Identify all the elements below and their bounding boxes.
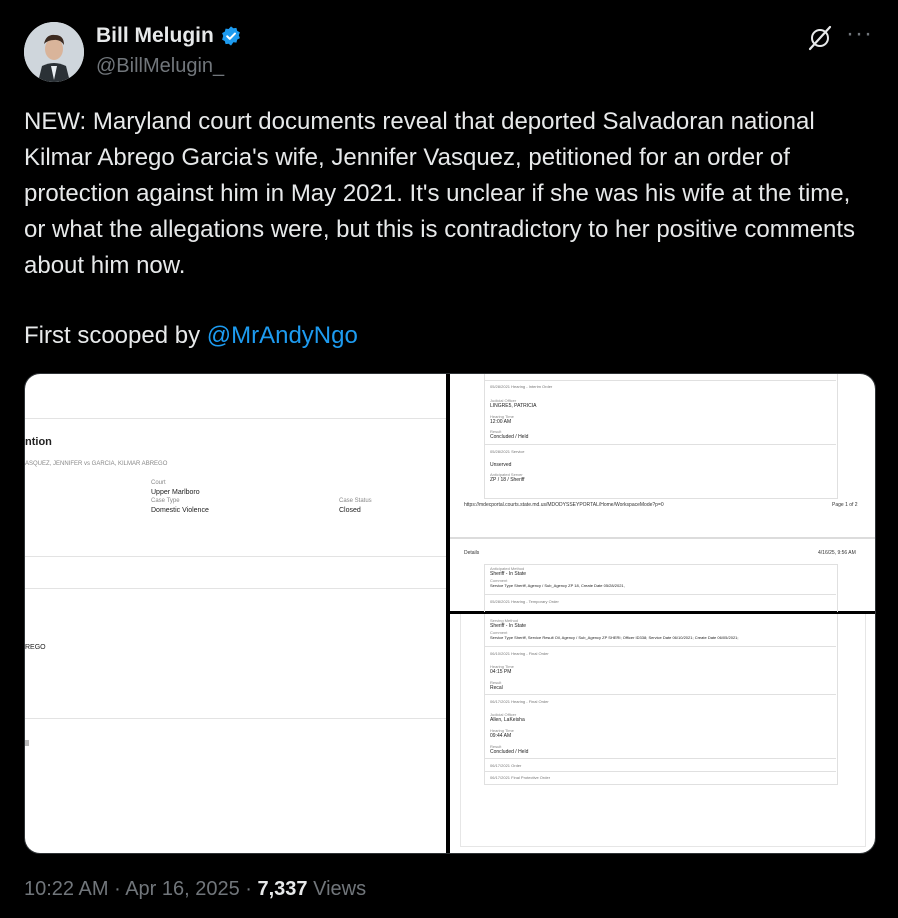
doc-court-label: Court	[151, 480, 166, 486]
tr-line1: 05/28/2021 Hearing - Interim Order	[490, 384, 553, 389]
tr-details: Details	[464, 550, 480, 556]
grok-icon[interactable]	[806, 24, 834, 52]
tr-temp-order: 05/28/2021 Hearing - Temporary Order	[490, 599, 559, 604]
doc-case-type-value: Domestic Violence	[151, 507, 209, 514]
br-final-order1: 06/10/2021 Hearing - Final Order	[490, 651, 549, 656]
views-count: 7,337	[257, 878, 308, 900]
document-image-left[interactable]: ntion ASQUEZ, JENNIFER vs GARCIA, KILMAR…	[25, 374, 446, 853]
doc-case-title: ASQUEZ, JENNIFER vs GARCIA, KILMAR ABREG…	[25, 461, 168, 467]
tr-url: https://mdecportal.courts.state.md.us/MD…	[464, 502, 664, 508]
footer-separator: ·	[239, 878, 258, 900]
verified-badge-icon	[221, 26, 240, 46]
br-comment-value: Service Type Sheriff, Service Result Oil…	[490, 635, 739, 640]
document-image-bottom-right[interactable]: Serving Method Sheriff - In State Commen…	[450, 614, 875, 853]
br-order-line: 06/17/2021 Order	[490, 763, 522, 768]
br-result2-value: Concluded / Held	[490, 749, 529, 755]
author-name-row[interactable]: Bill Melugin	[96, 24, 242, 48]
tr-method-value: Sheriff - In State	[490, 571, 527, 577]
br-hearing-time-value: 04:15 PM	[490, 669, 512, 675]
br-hearing-time2-value: 09:44 AM	[490, 733, 512, 739]
tr-page: Page 1 of 2	[832, 502, 858, 508]
views-label: Views	[307, 878, 367, 900]
br-result-value: Recal	[490, 685, 503, 691]
more-options-icon[interactable]: ···	[846, 20, 873, 48]
tr-judicial-value: LINGRE5, PATRICIA	[490, 403, 537, 409]
author-handle[interactable]: @BillMelugin_	[96, 55, 224, 78]
doc-case-status-value: Closed	[339, 507, 361, 514]
br-method-value: Sheriff - In State	[490, 623, 527, 629]
br-protective-order: 06/17/2021 Final Protective Order	[490, 775, 551, 780]
doc-court-value: Upper Marlboro	[151, 489, 200, 496]
tweet-date[interactable]: Apr 16, 2025	[125, 878, 240, 900]
tr-comment-value: Service Type Sheriff, Agency / Sub_Agenc…	[490, 583, 625, 588]
tweet-time[interactable]: 10:22 AM	[24, 878, 109, 900]
doc-case-status-label: Case Status	[339, 498, 372, 504]
tweet-text: NEW: Maryland court documents reveal tha…	[24, 108, 862, 279]
tr-result-value: Concluded / Held	[490, 434, 529, 440]
tr-hearing-time-value: 12:00 AM	[490, 419, 512, 425]
tr-unserved: Unserved	[490, 462, 512, 468]
media-grid: ntion ASQUEZ, JENNIFER vs GARCIA, KILMAR…	[24, 373, 876, 854]
document-image-top-right[interactable]: 05/28/2021 Hearing - Interim Order Judic…	[450, 374, 875, 612]
doc-party-fragment: REGO	[25, 644, 46, 651]
tweet-footer: 10:22 AM · Apr 16, 2025 · 7,337 Views	[24, 878, 366, 901]
doc-case-type-label: Case Type	[151, 498, 180, 504]
br-final-order2: 06/17/2021 Hearing - Final Order	[490, 699, 549, 704]
tr-anticipated-value: ZP / 18 / Sheriff	[490, 477, 525, 483]
tr-service-line: 05/28/2021 Service	[490, 449, 525, 454]
mention-link[interactable]: @MrAndyNgo	[207, 322, 358, 349]
tr-date: 4/16/25, 9:56 AM	[818, 550, 856, 556]
doc-heading: ntion	[25, 436, 52, 448]
footer-separator: ·	[108, 878, 126, 900]
author-name[interactable]: Bill Melugin	[96, 24, 214, 48]
avatar-image	[24, 22, 84, 82]
br-judicial-value: Allen, LaKeisha	[490, 717, 525, 723]
scoop-line: First scooped by @MrAndyNgo	[24, 318, 358, 354]
avatar[interactable]	[24, 22, 84, 82]
scoop-prefix: First scooped by	[24, 322, 207, 349]
